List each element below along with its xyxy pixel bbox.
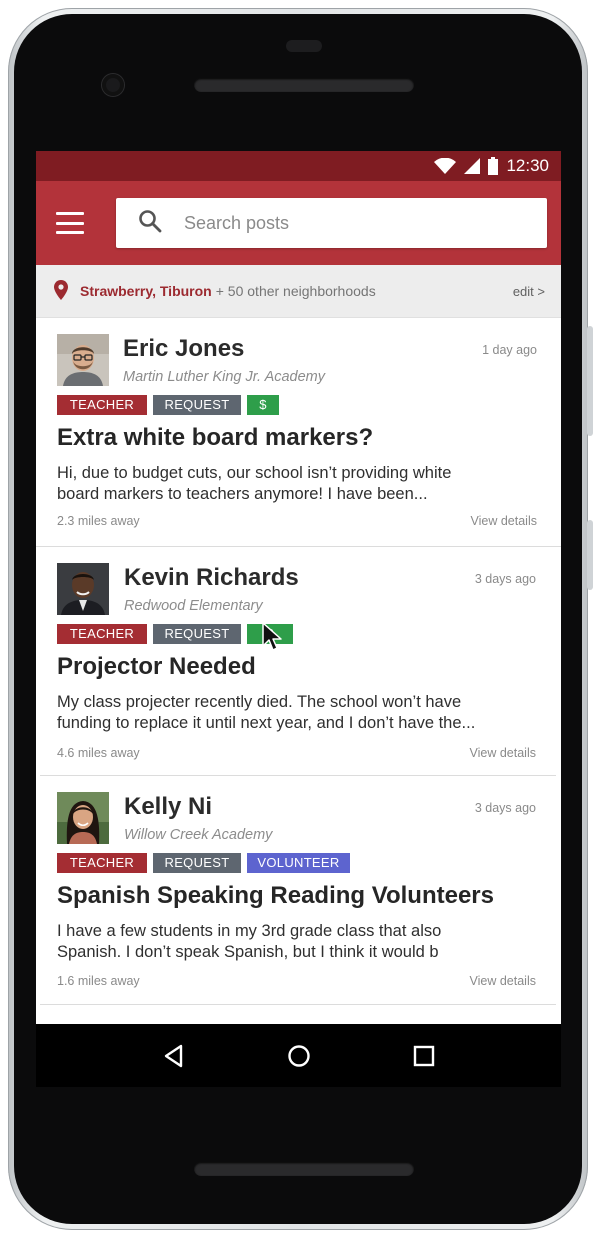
post-author: Kelly Ni xyxy=(124,793,213,820)
search-bar[interactable] xyxy=(116,198,547,248)
cell-signal-icon xyxy=(464,158,481,174)
avatar xyxy=(57,792,109,844)
post-time: 3 days ago xyxy=(474,801,536,815)
post-time: 3 days ago xyxy=(474,572,536,586)
post-author: Eric Jones xyxy=(123,335,245,362)
post-body: My class projecter recently died. The sc… xyxy=(57,693,476,732)
teacher-tag: TEACHER xyxy=(57,853,147,873)
view-details-link[interactable]: View details xyxy=(470,746,536,760)
money-tag: $ xyxy=(247,395,279,415)
request-tag: REQUEST xyxy=(153,853,241,873)
neighborhood-primary: Strawberry, Tiburon xyxy=(80,283,212,299)
post-time: 1 day ago xyxy=(482,343,537,357)
bottom-speaker-grille xyxy=(194,1162,414,1176)
android-nav-bar xyxy=(36,1024,561,1087)
mouse-cursor-icon xyxy=(262,622,282,657)
home-icon[interactable] xyxy=(284,1041,314,1071)
view-details-link[interactable]: View details xyxy=(471,514,537,528)
post-body: Hi, due to budget cuts, our school isn’t… xyxy=(57,464,452,503)
post-title: Spanish Speaking Reading Volunteers xyxy=(57,882,494,909)
post-author: Kevin Richards xyxy=(124,564,299,591)
app-screen: 12:30 Strawberry, Tiburon + 50 other nei… xyxy=(36,151,561,1087)
location-bar[interactable]: Strawberry, Tiburon + 50 other neighborh… xyxy=(36,265,561,318)
request-tag: REQUEST xyxy=(153,395,241,415)
status-time: 12:30 xyxy=(506,156,549,175)
search-input[interactable] xyxy=(184,212,547,234)
post-tags: TEACHER REQUEST $ xyxy=(57,624,293,644)
post-tags: TEACHER REQUEST VOLUNTEER xyxy=(57,853,350,873)
front-camera xyxy=(102,74,124,96)
post-card[interactable]: Kelly Ni Willow Creek Academy 3 days ago… xyxy=(40,776,556,1005)
power-button xyxy=(587,520,593,590)
edit-neighborhoods-link[interactable]: edit > xyxy=(513,284,545,299)
neighborhood-secondary: + 50 other neighborhoods xyxy=(215,283,376,299)
post-body: I have a few students in my 3rd grade cl… xyxy=(57,922,442,961)
post-tags: TEACHER REQUEST $ xyxy=(57,395,279,415)
hamburger-menu-icon[interactable] xyxy=(56,212,84,234)
battery-icon xyxy=(488,157,499,175)
volume-button xyxy=(587,326,593,436)
post-feed: Eric Jones Martin Luther King Jr. Academ… xyxy=(36,318,561,1024)
request-tag: REQUEST xyxy=(153,624,241,644)
top-speaker-grille xyxy=(194,78,414,92)
volunteer-tag: VOLUNTEER xyxy=(247,853,350,873)
post-title: Projector Needed xyxy=(57,653,256,680)
post-school: Martin Luther King Jr. Academy xyxy=(123,369,326,385)
post-distance: 1.6 miles away xyxy=(57,974,140,988)
search-icon xyxy=(138,209,162,238)
app-bar xyxy=(36,181,561,265)
teacher-tag: TEACHER xyxy=(57,624,147,644)
status-bar: 12:30 xyxy=(36,151,561,181)
recents-icon[interactable] xyxy=(409,1041,439,1071)
view-details-link[interactable]: View details xyxy=(470,974,536,988)
location-pin-icon xyxy=(54,279,68,303)
post-school: Willow Creek Academy xyxy=(124,827,273,843)
wifi-icon xyxy=(434,158,457,174)
post-distance: 4.6 miles away xyxy=(57,746,140,760)
post-distance: 2.3 miles away xyxy=(57,514,140,528)
post-card[interactable]: Eric Jones Martin Luther King Jr. Academ… xyxy=(36,318,561,547)
post-school: Redwood Elementary xyxy=(124,598,263,614)
back-icon[interactable] xyxy=(159,1041,189,1071)
avatar xyxy=(57,334,109,386)
earpiece xyxy=(286,40,322,52)
teacher-tag: TEACHER xyxy=(57,395,147,415)
post-title: Extra white board markers? xyxy=(57,424,374,451)
avatar xyxy=(57,563,109,615)
post-card[interactable]: Kevin Richards Redwood Elementary 3 days… xyxy=(40,547,556,776)
